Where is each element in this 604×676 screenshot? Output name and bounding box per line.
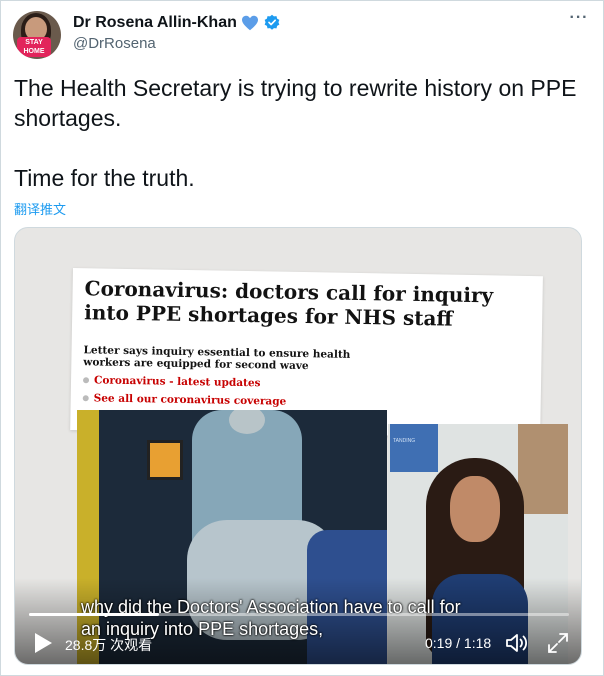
video-player[interactable]: Coronavirus: doctors call for inquiry in… — [14, 227, 582, 665]
bookshelf — [518, 424, 568, 514]
tweet-text-line-2: Time for the truth. — [14, 165, 195, 191]
fullscreen-icon[interactable] — [547, 632, 569, 654]
tweet-text-gap — [14, 133, 584, 163]
presenter-face — [450, 476, 500, 542]
avatar[interactable]: STAY HOME — [13, 11, 61, 59]
article-link-1-label: Coronavirus - latest updates — [93, 374, 261, 390]
video-time: 0:19 / 1:18 — [425, 635, 492, 651]
tweet-text-line-1: The Health Secretary is trying to rewrit… — [14, 75, 577, 131]
author-names: Dr Rosena Allin-Khan @DrRosena — [73, 13, 281, 54]
video-controls: 28.8万 次观看 0:19 / 1:18 — [15, 626, 581, 662]
translate-tweet-link[interactable]: 翻译推文 — [14, 199, 66, 218]
video-progress-bar[interactable] — [29, 613, 569, 616]
author-handle[interactable]: @DrRosena — [73, 34, 281, 54]
avatar-badge: STAY HOME — [17, 37, 51, 57]
article-link-2-label: See all our coronavirus coverage — [93, 392, 287, 408]
play-icon[interactable] — [33, 632, 53, 654]
wall-poster: TANDING — [390, 424, 438, 472]
bullet-icon — [82, 395, 89, 402]
tweet-header: STAY HOME Dr Rosena Allin-Khan @DrRosena… — [13, 10, 593, 59]
more-horizontal-icon[interactable]: ··· — [567, 10, 591, 31]
article-link-coverage: See all our coronavirus coverage — [82, 392, 287, 408]
view-count: 28.8万 次观看 — [65, 637, 153, 653]
article-link-latest-updates: Coronavirus - latest updates — [82, 374, 261, 390]
author-display-name[interactable]: Dr Rosena Allin-Khan — [73, 13, 237, 33]
author-name-row[interactable]: Dr Rosena Allin-Khan — [73, 13, 281, 33]
tweet-text: The Health Secretary is trying to rewrit… — [14, 73, 584, 193]
ambulance-window — [147, 440, 183, 480]
volume-icon[interactable] — [505, 632, 529, 654]
blue-heart-icon — [241, 15, 258, 31]
article-standfirst: Letter says inquiry essential to ensure … — [83, 344, 351, 373]
verified-badge-icon — [264, 14, 280, 30]
video-progress-fill — [29, 613, 159, 616]
tweet-card: STAY HOME Dr Rosena Allin-Khan @DrRosena… — [0, 0, 604, 676]
bullet-icon — [82, 377, 90, 384]
article-headline: Coronavirus: doctors call for inquiry in… — [84, 276, 494, 331]
